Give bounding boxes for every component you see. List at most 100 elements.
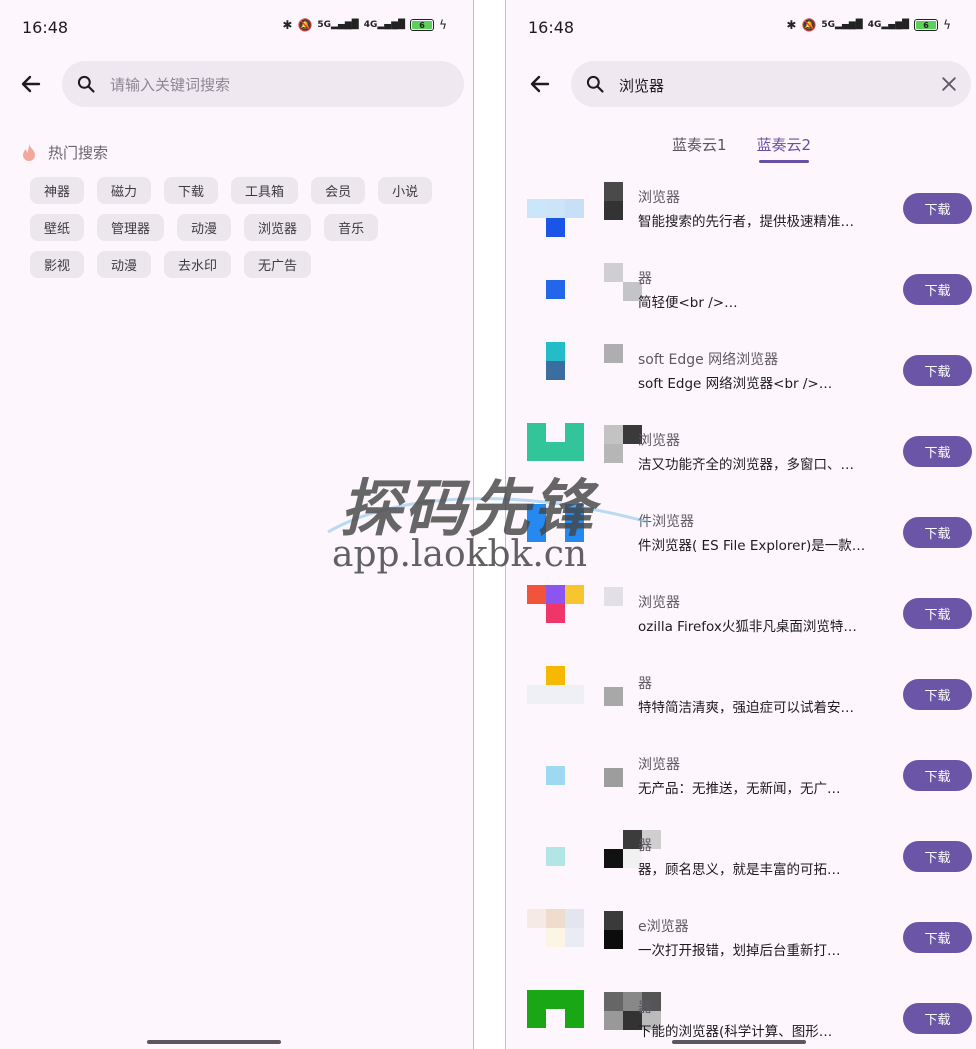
hot-search-tag[interactable]: 工具箱 — [231, 177, 299, 204]
hot-search-tag[interactable]: 浏览器 — [244, 214, 312, 241]
result-item[interactable]: 器下能的浏览器(科学计算、图形… 下载 — [506, 982, 976, 1049]
hot-search-tags: 神器 磁力 下载 工具箱 会员 小说 壁纸 管理器 动漫 浏览器 音乐 影视 动漫 去水印 无广告 — [30, 177, 440, 278]
hot-search-tag[interactable]: 去水印 — [164, 251, 232, 278]
download-button[interactable]: 下载 — [903, 841, 972, 872]
download-button[interactable]: 下载 — [903, 679, 972, 710]
search-screen-empty: 16:48 ✱ 🔕 5G▂▄▆█ 4G▂▄▆█ 6 ϟ 热门搜索 神器磁力下载工… — [0, 0, 474, 1049]
download-button[interactable]: 下载 — [903, 598, 972, 629]
download-button[interactable]: 下载 — [903, 355, 972, 386]
result-item[interactable]: 器简轻便<br />… 下载 — [506, 253, 976, 334]
download-button[interactable]: 下载 — [903, 1003, 972, 1034]
hot-search-tag[interactable]: 下载 — [164, 177, 219, 204]
hot-search-tag[interactable]: 管理器 — [97, 214, 165, 241]
status-time: 16:48 — [22, 18, 69, 37]
result-item[interactable]: 浏览器 无产品：无推送，无新闻，无广… 下载 — [506, 739, 976, 820]
search-bar[interactable] — [62, 61, 464, 107]
close-icon[interactable] — [939, 74, 959, 94]
hot-search-tag[interactable]: 磁力 — [97, 177, 152, 204]
search-bar[interactable] — [571, 61, 971, 107]
search-input[interactable] — [617, 71, 921, 99]
app-name: 浏览器 — [638, 595, 680, 611]
app-icon — [527, 585, 585, 643]
status-time: 16:48 — [528, 18, 575, 37]
result-item[interactable]: 件浏览器件浏览器( ES File Explorer)是一款… 下载 — [506, 496, 976, 577]
hot-search-tag[interactable]: 动漫 — [177, 214, 232, 241]
result-item[interactable]: 浏览器 ozilla Firefox火狐非凡桌面浏览特… 下载 — [506, 577, 976, 658]
battery-icon: 6 — [410, 19, 435, 31]
download-button[interactable]: 下载 — [903, 922, 972, 953]
battery-icon: 6 — [914, 19, 939, 31]
app-description: 洁又功能齐全的浏览器，多窗口、… — [638, 457, 854, 473]
hot-search-tag[interactable]: 神器 — [30, 177, 85, 204]
mute-bell-icon: 🔕 — [801, 18, 817, 32]
app-icon — [527, 423, 585, 481]
app-name: 器 — [638, 676, 652, 692]
app-description: soft Edge 网络浏览器<br />… — [638, 376, 833, 392]
app-description: 件浏览器( ES File Explorer)是一款… — [638, 538, 866, 554]
app-icon — [527, 504, 585, 562]
bluetooth-icon: ✱ — [282, 18, 293, 32]
app-icon — [527, 180, 585, 238]
hot-search-tag[interactable]: 壁纸 — [30, 214, 85, 241]
download-button[interactable]: 下载 — [903, 436, 972, 467]
search-input[interactable] — [108, 71, 412, 99]
app-description: 智能搜索的先行者，提供极速精准… — [638, 214, 854, 230]
hot-search-tag[interactable]: 无广告 — [244, 251, 312, 278]
gesture-bar — [147, 1040, 281, 1044]
download-button[interactable]: 下载 — [903, 517, 972, 548]
hot-search-tag[interactable]: 音乐 — [324, 214, 379, 241]
app-name: soft Edge 网络浏览器 — [638, 352, 779, 368]
result-item[interactable]: 器特特简洁清爽，强迫症可以试着安… 下载 — [506, 658, 976, 739]
hot-search-tag[interactable]: 影视 — [30, 251, 85, 278]
status-bar: 16:48 ✱ 🔕 5G▂▄▆█ 4G▂▄▆█ 6 ϟ — [0, 0, 473, 56]
app-description: 下能的浏览器(科学计算、图形… — [638, 1024, 833, 1040]
app-name: 浏览器 — [638, 757, 680, 773]
app-description: 简轻便<br />… — [638, 295, 738, 311]
result-item[interactable]: 器器，顾名思义，就是丰富的可拓… 下载 — [506, 820, 976, 901]
search-icon — [77, 75, 95, 93]
app-name: 浏览器 — [638, 190, 680, 206]
tab-lanzou-2[interactable]: 蓝奏云2 — [757, 132, 811, 163]
hot-search-title: 热门搜索 — [48, 144, 109, 162]
result-item[interactable]: 浏览器洁又功能齐全的浏览器，多窗口、… 下载 — [506, 415, 976, 496]
app-name: 器 — [638, 1000, 652, 1016]
app-name: 器 — [638, 838, 652, 854]
app-icon — [527, 990, 585, 1048]
bluetooth-icon: ✱ — [786, 18, 797, 32]
app-name: 浏览器 — [638, 433, 680, 449]
tab-lanzou-1[interactable]: 蓝奏云1 — [672, 132, 727, 163]
signal-5g-icon: 5G▂▄▆█ — [821, 20, 863, 30]
app-name: 器 — [638, 271, 652, 287]
results-list: 浏览器 智能搜索的先行者，提供极速精准… 下载器简轻便<br />… 下载 soft E… — [506, 172, 976, 1049]
search-icon — [586, 75, 604, 93]
app-icon — [527, 828, 585, 886]
result-item[interactable]: soft Edge 网络浏览器 soft Edge 网络浏览器<br />… 下载 — [506, 334, 976, 415]
download-button[interactable]: 下载 — [903, 193, 972, 224]
app-description: 特特简洁清爽，强迫症可以试着安… — [638, 700, 854, 716]
result-item[interactable]: 浏览器智能搜索的先行者，提供极速精准… 下载 — [506, 172, 976, 253]
download-button[interactable]: 下载 — [903, 274, 972, 305]
signal-4g-icon: 4G▂▄▆█ — [867, 20, 910, 30]
status-icons: ✱ 🔕 5G▂▄▆█ 4G▂▄▆█ 6 ϟ — [786, 18, 951, 32]
app-icon — [527, 261, 585, 319]
app-description: ozilla Firefox火狐非凡桌面浏览特… — [638, 619, 857, 635]
result-item[interactable]: e浏览器一次打开报错，划掉后台重新打… 下载 — [506, 901, 976, 982]
charging-icon: ϟ — [439, 18, 447, 32]
app-name: e浏览器 — [638, 919, 689, 935]
app-description: 一次打开报错，划掉后台重新打… — [638, 943, 841, 959]
charging-icon: ϟ — [943, 18, 951, 32]
hot-search-tag[interactable]: 动漫 — [97, 251, 152, 278]
source-tabs: 蓝奏云1 蓝奏云2 — [506, 132, 976, 163]
back-arrow-icon[interactable] — [527, 72, 553, 96]
hot-search-header: 热门搜索 — [20, 142, 108, 163]
hot-search-tag[interactable]: 小说 — [378, 177, 433, 204]
signal-4g-icon: 4G▂▄▆█ — [363, 20, 406, 30]
app-name: 件浏览器 — [638, 514, 694, 530]
signal-5g-icon: 5G▂▄▆█ — [317, 20, 359, 30]
hot-search-tag[interactable]: 会员 — [311, 177, 366, 204]
app-icon — [527, 747, 585, 805]
download-button[interactable]: 下载 — [903, 760, 972, 791]
search-results-screen: 16:48 ✱ 🔕 5G▂▄▆█ 4G▂▄▆█ 6 ϟ 蓝奏云1 蓝奏云2 浏览… — [505, 0, 976, 1049]
mute-bell-icon: 🔕 — [297, 18, 313, 32]
back-arrow-icon[interactable] — [18, 72, 44, 96]
